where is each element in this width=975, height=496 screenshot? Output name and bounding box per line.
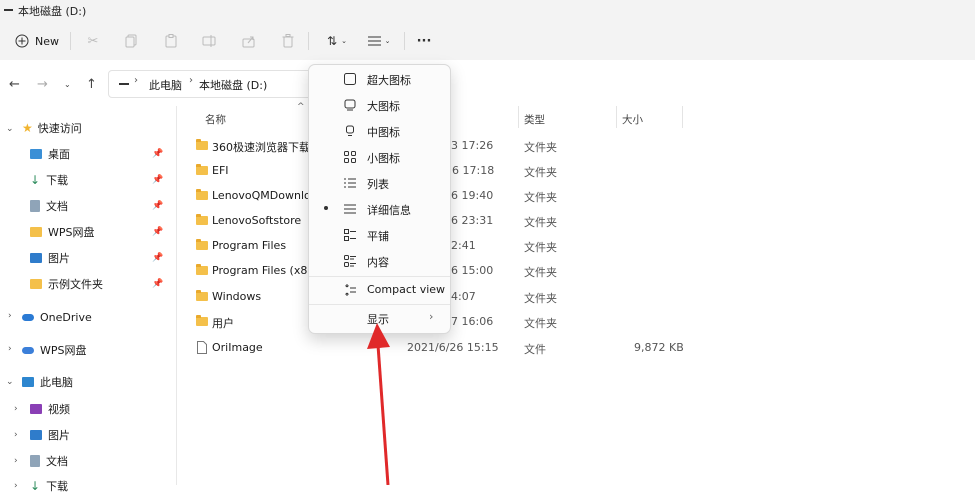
annotation-arrow-icon (367, 323, 390, 485)
